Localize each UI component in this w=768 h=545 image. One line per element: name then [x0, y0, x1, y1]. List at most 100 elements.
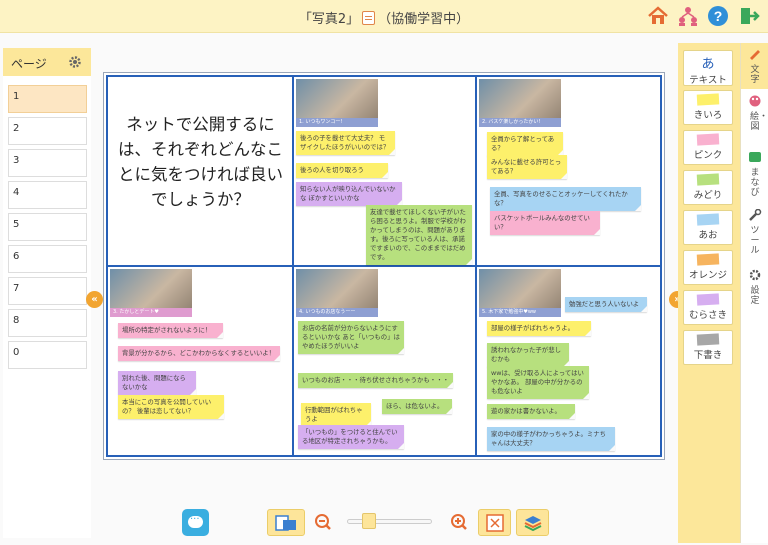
- note-green-tool[interactable]: みどり: [683, 170, 733, 205]
- note-yellow-tool[interactable]: きいろ: [683, 90, 733, 125]
- learning-icon: [749, 152, 761, 162]
- page-panel: ページ 1 2 3 4 5 6 7 8 0: [3, 48, 91, 538]
- sticky-note[interactable]: 後ろの人を切り取ろう: [296, 163, 388, 178]
- sticky-note[interactable]: 友達で載せてほしくない子がいたら困ると思うよ。制服で学校がわかってしまうのは、問…: [366, 205, 472, 265]
- photo-card[interactable]: 4. いつものお店なうーー: [296, 269, 378, 317]
- tool-label: オレンジ: [688, 270, 727, 281]
- tab-tools[interactable]: ツール: [741, 205, 768, 261]
- orange-swatch-icon: [696, 253, 720, 266]
- note-draft-tool[interactable]: 下書き: [683, 330, 733, 365]
- tab-label: まなび: [750, 168, 760, 198]
- gear-icon[interactable]: [68, 55, 82, 69]
- sticky-note[interactable]: 全員、写真をのせることオッケーしてくれたかな？: [490, 187, 641, 211]
- note-orange-tool[interactable]: オレンジ: [683, 250, 733, 285]
- grid-divider: [108, 265, 660, 267]
- photo-card[interactable]: 1. いつもワンコー!: [296, 79, 378, 127]
- page-item[interactable]: 6: [8, 245, 87, 273]
- page-number: 5: [13, 219, 20, 230]
- sticky-note[interactable]: 後ろの子を載せて大丈夫？ モザイクしたほうがいいのでは？: [296, 131, 395, 155]
- exit-icon[interactable]: [738, 5, 760, 27]
- page-item[interactable]: 0: [8, 341, 87, 369]
- photo-caption: 4. いつものお店なうーー: [296, 308, 378, 317]
- sticky-note[interactable]: いつものお店・・・待ち伏せされちゃうかも・・・: [298, 373, 453, 388]
- collapse-left-panel-button[interactable]: «: [86, 291, 103, 308]
- sticky-note[interactable]: バスケットボールみんなのせていい？: [490, 211, 600, 235]
- tab-text[interactable]: 文字: [741, 43, 768, 89]
- pink-swatch-icon: [696, 133, 720, 146]
- sticky-note[interactable]: 全員から了解とってある？: [487, 132, 563, 156]
- photo-card[interactable]: 2. バスケ楽しかったかい!: [479, 79, 561, 127]
- page-panel-title: ページ: [11, 57, 47, 71]
- question-text: ネットで公開するには、それぞれどんなことに気をつければ良いでしょうか？: [118, 115, 283, 209]
- page-number: 1: [13, 91, 20, 102]
- sticky-note[interactable]: ほら、は危ないよ。: [382, 399, 452, 414]
- sticky-note[interactable]: 遊の家かは書かないよ。: [487, 404, 575, 419]
- side-tab-bar: 文字 絵・図 まなび ツール 設定: [740, 43, 768, 543]
- page-item[interactable]: 4: [8, 181, 87, 209]
- help-icon[interactable]: ?: [707, 5, 729, 27]
- layers-button[interactable]: [516, 509, 549, 536]
- fit-screen-button[interactable]: [478, 509, 511, 536]
- tool-label: テキスト: [689, 75, 727, 86]
- wrench-icon: [749, 208, 762, 221]
- chat-button[interactable]: [182, 509, 209, 536]
- sticky-note[interactable]: wwは、受け取る人によってはいやかなあ。 部屋の中が分かるのも危ないよ: [487, 366, 589, 399]
- group-icon[interactable]: [677, 5, 699, 27]
- page-item[interactable]: 7: [8, 277, 87, 305]
- tab-learning[interactable]: まなび: [741, 147, 768, 201]
- zoom-slider[interactable]: [347, 519, 432, 524]
- page-number: 3: [13, 155, 20, 166]
- photo-card[interactable]: 5. 木下家で勉強中♥ww: [479, 269, 561, 317]
- photo-caption: 2. バスケ楽しかったかい!: [479, 118, 561, 127]
- tool-panel: あ テキスト きいろ ピンク みどり あお オレンジ むらさき 下書き: [678, 43, 740, 543]
- page-number: 2: [13, 123, 20, 134]
- chat-bubble-icon: [188, 514, 203, 528]
- title-left: 「写真2」: [298, 12, 360, 27]
- page-item[interactable]: 8: [8, 309, 87, 337]
- note-purple-tool[interactable]: むらさき: [683, 290, 733, 325]
- page-item[interactable]: 2: [8, 117, 87, 145]
- sticky-note[interactable]: 家の中の様子がわかっちゃうよ。ミナちゃんは大丈夫？: [487, 427, 615, 451]
- tool-label: きいろ: [693, 110, 723, 121]
- note-blue-tool[interactable]: あお: [683, 210, 733, 245]
- page-item[interactable]: 5: [8, 213, 87, 241]
- photo-caption: 5. 木下家で勉強中♥ww: [479, 308, 561, 317]
- sticky-note[interactable]: 行動範囲がばれちゃうよ: [301, 403, 371, 427]
- zoom-out-icon[interactable]: [314, 513, 332, 531]
- gear-icon: [749, 269, 761, 281]
- sticky-note[interactable]: 知らない人が映り込んでいないかな ぼかすといいかな: [296, 182, 402, 206]
- sticky-note[interactable]: 誘われなかった子が悲しむかも: [487, 343, 569, 367]
- page-item[interactable]: 1: [8, 85, 87, 113]
- page-item[interactable]: 3: [8, 149, 87, 177]
- app-header: 「写真2」 （協働学習中） ?: [0, 0, 768, 33]
- title-status: （協働学習中）: [378, 12, 470, 27]
- text-tool[interactable]: あ テキスト: [683, 50, 733, 86]
- sticky-note[interactable]: 背景が分かるから、どこかわからなくするといいよ！: [118, 346, 280, 361]
- tool-label: あお: [698, 230, 718, 241]
- zoom-slider-handle[interactable]: [362, 513, 376, 529]
- clipboard-button[interactable]: [267, 509, 305, 536]
- sticky-note[interactable]: 場所の特定がされないように！: [118, 323, 223, 338]
- tab-settings[interactable]: 設定: [741, 265, 768, 306]
- blue-swatch-icon: [696, 213, 720, 226]
- sticky-note[interactable]: 「いつもの」をつけると住んでいる地区が特定されちゃうかも。: [298, 425, 404, 449]
- zoom-in-icon[interactable]: [450, 513, 468, 531]
- tab-label: 設定: [750, 286, 760, 306]
- note-pink-tool[interactable]: ピンク: [683, 130, 733, 165]
- sticky-note[interactable]: 本当にこの写真を公開していいの？ 後輩は恋してない？: [118, 395, 224, 419]
- sticky-note[interactable]: 勉強だと思う人いないよ: [565, 297, 647, 312]
- tab-label: ツール: [750, 226, 760, 256]
- page-number: 4: [13, 187, 20, 198]
- sticky-note[interactable]: お店の名前が分からないようにするといいかな あと「いつもの」は やめたほうがいい…: [298, 321, 404, 354]
- sticky-note[interactable]: 部屋の様子がばれちゃうよ。: [487, 321, 591, 336]
- canvas[interactable]: ネットで公開するには、それぞれどんなことに気をつければ良いでしょうか？ 1. い…: [103, 72, 665, 460]
- tab-drawing[interactable]: 絵・図: [741, 91, 768, 143]
- photo-card[interactable]: 3. たかしとデート♥: [110, 269, 192, 317]
- home-icon[interactable]: [647, 5, 669, 27]
- sticky-note[interactable]: 別れた後、問題にならないかな: [118, 371, 196, 395]
- text-tool-glyph: あ: [701, 57, 715, 72]
- tool-label: みどり: [693, 190, 723, 201]
- sticky-note[interactable]: みんなに載せる許可とってある？: [487, 155, 567, 179]
- page-number: 6: [13, 251, 20, 262]
- photo-caption: 3. たかしとデート♥: [110, 308, 192, 317]
